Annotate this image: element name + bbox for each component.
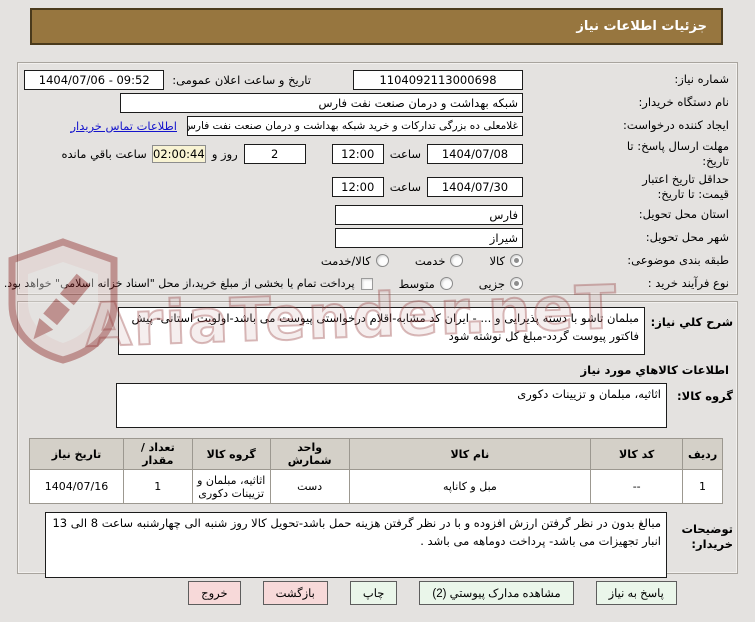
province-row: استان محل تحویل: فارس <box>22 203 733 226</box>
process-type-radio-medium[interactable] <box>439 277 453 290</box>
city-label: شهر محل تحویل: <box>645 230 729 245</box>
description-row: شرح كلي نياز: مبلمان تاشو با دسته پذیرای… <box>22 307 733 355</box>
items-table-header: ردیف کد کالا نام کالا واحد شمارش گروه کالا تع… <box>29 438 723 470</box>
titlebar: جزئیات اطلاعات نیاز <box>30 8 723 45</box>
price-validity-row: حداقل تاریخ اعتبار قیمت: تا تاریخ: 1404/… <box>22 170 733 203</box>
price-validity-date-field[interactable]: 1404/07/30 <box>427 176 523 197</box>
process-type-option-minor-label: جزیی <box>478 276 505 291</box>
need-number-field[interactable]: 1104092113000698 <box>353 69 523 90</box>
category-radio-service[interactable] <box>450 254 464 267</box>
items-table-cell: 1404/07/16 <box>29 469 124 504</box>
price-validity-label: حداقل تاریخ اعتبار قیمت: تا تاریخ: <box>642 172 729 201</box>
category-radio-goods[interactable] <box>510 254 523 267</box>
items-table-body: 1 -- مبل و کاناپه دست اثاثیه، مبلمان و تزیین… <box>29 469 723 504</box>
items-table: ردیف کد کالا نام کالا واحد شمارش گروه کالا تع… <box>29 438 723 504</box>
view-attachments-button[interactable]: مشاهده مدارک پیوستي (2) <box>419 581 574 605</box>
items-table-col-header: ردیف <box>682 438 723 470</box>
response-deadline-row: مهلت ارسال پاسخ: تا تاریخ: 1404/07/08 سا… <box>22 137 733 170</box>
category-label: طبقه بندی موضوعی: <box>627 253 729 268</box>
items-table-col-header: کد کالا <box>590 438 684 470</box>
buyer-org-field[interactable]: شبکه بهداشت و درمان صنعت نفت فارس <box>120 92 523 113</box>
action-button-bar: پاسخ به نیاز مشاهده مدارک پیوستي (2) چاپ… <box>0 581 755 605</box>
need-details-page: { "header": { "title": "جزئیات اطلاعات ن… <box>0 8 755 622</box>
price-validity-hour-label: ساعت <box>389 179 421 194</box>
buyer-org-row: نام دستگاه خریدار: شبکه بهداشت و درمان ص… <box>22 91 733 114</box>
exit-button[interactable]: خروج <box>188 581 241 605</box>
province-label: استان محل تحویل: <box>638 207 729 222</box>
description-textarea[interactable]: مبلمان تاشو با دسته پذیرایی و ... - ایرا… <box>118 307 645 355</box>
request-creator-label: ایجاد کننده درخواست: <box>623 118 729 133</box>
items-table-cell: -- <box>590 469 684 504</box>
buyer-notes-label: توضیحات خریدار: <box>681 522 734 551</box>
respond-button[interactable]: پاسخ به نیاز <box>595 581 677 605</box>
items-table-row: 1 -- مبل و کاناپه دست اثاثیه، مبلمان و تزیین… <box>29 469 723 504</box>
province-field[interactable]: فارس <box>335 204 523 225</box>
city-row: شهر محل تحویل: شیراز <box>22 226 733 249</box>
buyer-org-label: نام دستگاه خریدار: <box>638 95 729 110</box>
items-table-col-header: تاریخ نیاز <box>29 438 124 470</box>
items-table-cell: مبل و کاناپه <box>348 469 592 504</box>
publish-datetime-field[interactable]: 1404/07/06 - 09:52 <box>24 69 165 90</box>
category-row: طبقه بندی موضوعی: کالا خدمت کالا/خدمت <box>22 249 733 272</box>
remaining-time-field: 02:00:44 <box>151 144 206 163</box>
process-type-option-medium-label: متوسط <box>398 276 435 291</box>
need-detail-groupbox: شرح كلي نياز: مبلمان تاشو با دسته پذیرای… <box>17 301 738 578</box>
items-table-col-header: تعداد / مقدار <box>123 438 193 470</box>
items-table-col-header: نام کالا <box>348 438 592 470</box>
items-table-col-header: گروه کالا <box>191 438 271 470</box>
process-type-radio-minor[interactable] <box>510 277 523 290</box>
response-deadline-label: مهلت ارسال پاسخ: تا تاریخ: <box>626 139 729 168</box>
response-deadline-time-field[interactable]: 12:00 <box>331 143 384 164</box>
treasury-payment-label: پرداخت تمام یا بخشی از مبلغ خرید،از محل … <box>3 277 355 290</box>
items-table-cell: 1 <box>682 469 723 504</box>
need-number-row: شماره نیاز: 1104092113000698 تاریخ و ساع… <box>22 68 733 91</box>
goods-group-textarea[interactable]: اثاثیه، مبلمان و تزیینات دکوری <box>116 383 667 428</box>
items-table-col-header: واحد شمارش <box>269 438 350 470</box>
category-radio-goods-service[interactable] <box>375 254 389 267</box>
print-button[interactable]: چاپ <box>349 581 398 605</box>
category-option-goods-service-label: کالا/خدمت <box>320 253 371 268</box>
request-creator-field[interactable]: غلامعلی ده بزرگی تدارکات و خرید شبکه بهد… <box>187 115 523 136</box>
city-field[interactable]: شیراز <box>335 227 523 248</box>
response-deadline-hour-label: ساعت <box>389 146 421 161</box>
goods-group-label: گروه كالا: <box>677 389 733 403</box>
goods-group-row: گروه كالا: اثاثیه، مبلمان و تزیینات دکور… <box>22 383 733 428</box>
items-table-cell: دست <box>269 469 350 504</box>
back-button[interactable]: بازگشت <box>262 581 328 605</box>
page-title: جزئیات اطلاعات نیاز <box>576 19 707 34</box>
process-type-row: نوع فرآیند خرید : جزیی متوسط پرداخت تمام… <box>4 272 733 295</box>
category-option-goods-label: کالا <box>489 253 505 268</box>
process-type-label: نوع فرآیند خرید : <box>647 276 729 291</box>
response-deadline-date-field[interactable]: 1404/07/08 <box>427 143 523 164</box>
buyer-notes-row: توضیحات خریدار: مبالغ بدون در نظر گرفتن … <box>22 512 733 578</box>
publish-datetime-label: تاریخ و ساعت اعلان عمومی: <box>172 72 311 87</box>
items-table-cell: 1 <box>123 469 193 504</box>
request-creator-row: ایجاد کننده درخواست: غلامعلی ده بزرگی تد… <box>22 114 733 137</box>
items-table-cell: اثاثیه، مبلمان و تزیینات دکوری <box>191 469 271 504</box>
category-option-service-label: خدمت <box>414 253 446 268</box>
buyer-notes-textarea[interactable]: مبالغ بدون در نظر گرفتن ارزش افزوده و با… <box>45 512 667 578</box>
buyer-contact-link[interactable]: اطلاعات تماس خریدار <box>70 119 177 133</box>
need-info-groupbox: شماره نیاز: 1104092113000698 تاریخ و ساع… <box>4 62 738 295</box>
remaining-time-label: ساعت باقي مانده <box>61 146 147 161</box>
items-section-heading: اطلاعات كالاهاي مورد نياز <box>580 363 729 377</box>
price-validity-time-field[interactable]: 12:00 <box>331 176 384 197</box>
need-number-label: شماره نیاز: <box>674 72 729 87</box>
remaining-days-label: روز و <box>211 146 238 161</box>
description-label: شرح كلي نياز: <box>650 315 733 329</box>
treasury-payment-checkbox[interactable] <box>360 277 373 290</box>
remaining-days-field[interactable]: 2 <box>243 143 306 164</box>
